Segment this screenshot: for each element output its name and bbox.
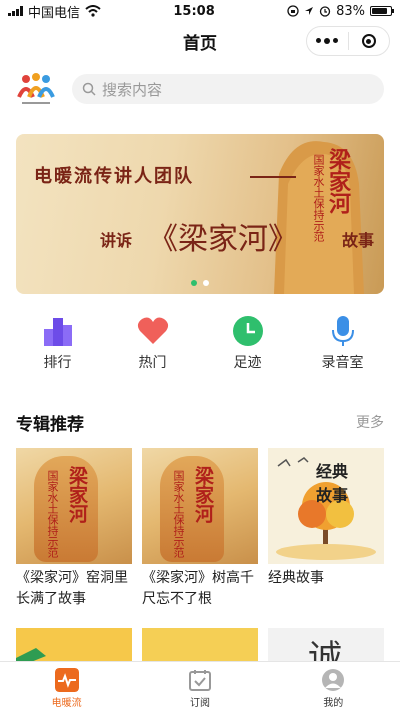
battery-icon xyxy=(370,6,394,16)
album-card[interactable]: 国家水土保持示范 梁家河 《梁家河》窑洞里长满了故事 xyxy=(16,448,132,610)
tab-subscribe[interactable]: 订阅 xyxy=(133,662,266,710)
more-dots-icon xyxy=(316,38,339,44)
quick-item-hot[interactable]: 热门 xyxy=(113,314,193,384)
search-placeholder: 搜索内容 xyxy=(102,80,163,99)
cover-title: 梁家河 xyxy=(66,466,88,523)
profile-icon xyxy=(322,669,345,691)
album-grid: 国家水土保持示范 梁家河 《梁家河》窑洞里长满了故事 国家水土保持示范 梁家河 … xyxy=(0,448,400,610)
banner-headline-rule xyxy=(250,176,296,178)
tab-bar: 电暖流 订阅 我的 xyxy=(0,661,400,710)
nav-bar: 首页 xyxy=(0,22,400,60)
more-menu-button[interactable] xyxy=(307,27,348,55)
album-cover: 经典故事 xyxy=(268,448,384,564)
cover-caption: 国家水土保持示范 xyxy=(172,470,185,558)
search-input[interactable]: 搜索内容 xyxy=(72,74,384,104)
rank-icon xyxy=(41,314,75,348)
album-card[interactable]: 经典故事 经典故事 xyxy=(268,448,384,610)
album-title: 《梁家河》树高千尺忘不了根 xyxy=(142,570,254,607)
carousel-indicator xyxy=(191,280,209,286)
more-link[interactable]: 更多 xyxy=(356,412,384,432)
albums-section-header: 专辑推荐 更多 xyxy=(0,408,400,436)
heart-icon xyxy=(136,314,170,348)
lock-rotation-icon xyxy=(287,5,299,17)
mini-program-capsule xyxy=(306,26,390,56)
clock-time: 15:08 xyxy=(173,3,215,19)
banner-stone-caption: 国家水土保持示范 xyxy=(312,154,325,242)
album-cover: 国家水土保持示范 梁家河 xyxy=(16,448,132,564)
quick-item-label: 足迹 xyxy=(233,355,262,371)
quick-item-footprint[interactable]: 足迹 xyxy=(208,314,288,384)
carousel-dot[interactable] xyxy=(203,280,209,286)
banner-carousel[interactable]: 电暖流传讲人团队 讲诉 《梁家河》 故事 国家水土保持示范 梁家河 xyxy=(16,134,384,294)
status-left: 中国电信 xyxy=(8,2,101,21)
album-title: 《梁家河》窑洞里长满了故事 xyxy=(16,570,128,607)
carrier-label: 中国电信 xyxy=(28,5,81,21)
close-mini-program-button[interactable] xyxy=(349,27,390,55)
stone-image: 国家水土保持示范 梁家河 xyxy=(34,456,98,562)
signal-icon xyxy=(8,6,23,16)
carousel-dot[interactable] xyxy=(191,280,197,286)
status-right: 83% xyxy=(287,3,394,19)
banner-headline: 电暖流传讲人团队 xyxy=(34,166,194,187)
search-row: 搜索内容 xyxy=(0,60,400,110)
banner-book-title: 《梁家河》 xyxy=(148,222,298,257)
search-icon xyxy=(82,82,96,96)
pulse-icon xyxy=(54,668,79,692)
tab-mine[interactable]: 我的 xyxy=(267,662,400,710)
tab-home[interactable]: 电暖流 xyxy=(0,662,133,710)
cover-title: 经典故事 xyxy=(316,462,349,505)
quick-item-label: 录音室 xyxy=(321,355,364,371)
tab-label: 电暖流 xyxy=(51,698,82,709)
battery-label: 83% xyxy=(336,3,365,19)
album-card[interactable]: 国家水土保持示范 梁家河 《梁家河》树高千尺忘不了根 xyxy=(142,448,258,610)
album-cover: 国家水土保持示范 梁家河 xyxy=(142,448,258,564)
quick-item-label: 热门 xyxy=(138,355,167,371)
banner-subline-suffix: 故事 xyxy=(342,231,375,250)
tab-label: 我的 xyxy=(323,698,344,709)
cover-caption: 国家水土保持示范 xyxy=(46,470,59,558)
alarm-icon xyxy=(319,6,331,17)
clock-icon xyxy=(231,314,265,348)
quick-item-studio[interactable]: 录音室 xyxy=(303,314,383,384)
quick-item-rank[interactable]: 排行 xyxy=(18,314,98,384)
album-title: 经典故事 xyxy=(268,570,324,586)
wifi-icon xyxy=(85,5,101,17)
quick-entries: 排行 热门 足迹 录音室 xyxy=(0,294,400,384)
section-title: 专辑推荐 xyxy=(16,414,84,435)
target-icon xyxy=(361,34,376,48)
stone-image: 国家水土保持示范 梁家河 xyxy=(160,456,224,562)
banner-subline-prefix: 讲诉 xyxy=(100,231,133,250)
quick-item-label: 排行 xyxy=(43,355,72,371)
banner-stone-title: 梁家河 xyxy=(325,148,350,214)
page-title: 首页 xyxy=(183,33,217,54)
status-bar: 中国电信 15:08 83% xyxy=(0,0,400,22)
tab-label: 订阅 xyxy=(189,698,210,709)
location-icon xyxy=(305,7,314,15)
cover-title: 梁家河 xyxy=(192,466,214,523)
microphone-icon xyxy=(326,314,360,348)
subscribe-icon xyxy=(188,670,211,691)
app-logo[interactable] xyxy=(14,69,58,109)
